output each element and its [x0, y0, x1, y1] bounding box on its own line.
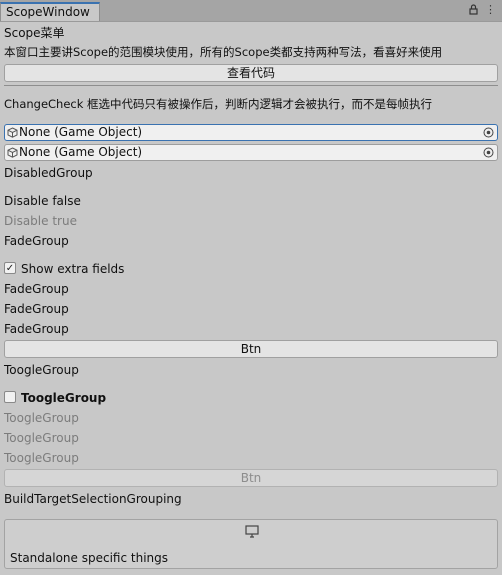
- toggle-group-item: ToogleGroup: [4, 431, 79, 445]
- disable-true-label: Disable true: [4, 214, 77, 228]
- menu-icon[interactable]: ⋮: [485, 3, 496, 16]
- toggle-group-item: ToogleGroup: [4, 451, 79, 465]
- gameobject-icon: [7, 127, 18, 138]
- intro-text: 本窗口主要讲Scope的范围模块使用，所有的Scope类都支持两种写法，看喜好来…: [4, 45, 443, 59]
- object-picker-icon[interactable]: [483, 147, 494, 158]
- toggle-group-checkbox[interactable]: [4, 391, 16, 403]
- lock-icon[interactable]: [468, 3, 479, 16]
- build-target-title: BuildTargetSelectionGrouping: [4, 492, 182, 506]
- divider: [4, 85, 498, 86]
- tab-scope-window[interactable]: ScopeWindow: [0, 2, 100, 21]
- object-picker-icon[interactable]: [483, 127, 494, 138]
- toggle-group-item: ToogleGroup: [4, 411, 79, 425]
- change-check-text: ChangeCheck 框选中代码只有被操作后，判断内逻辑才会被执行，而不是每帧…: [4, 97, 433, 111]
- object-field-1[interactable]: None (Game Object): [4, 124, 498, 141]
- build-target-panel: Standalone specific things: [4, 519, 498, 569]
- show-extra-fields-checkbox[interactable]: ✓: [4, 262, 16, 274]
- fade-group-button[interactable]: Btn: [4, 340, 498, 358]
- window-icons: ⋮: [468, 3, 496, 16]
- fade-group-item: FadeGroup: [4, 322, 69, 336]
- build-target-content: Standalone specific things: [10, 551, 169, 565]
- disabled-group-title: DisabledGroup: [4, 166, 93, 180]
- tab-bar: ScopeWindow ⋮: [0, 0, 502, 22]
- fade-group-item: FadeGroup: [4, 302, 69, 316]
- fade-group-item: FadeGroup: [4, 282, 69, 296]
- object-field-2[interactable]: None (Game Object): [4, 144, 498, 161]
- gameobject-icon: [7, 147, 18, 158]
- view-code-button[interactable]: 查看代码: [4, 64, 498, 82]
- toggle-group-title: ToogleGroup: [4, 363, 79, 377]
- toggle-group-label: ToogleGroup: [21, 391, 107, 405]
- disable-false-label: Disable false: [4, 194, 81, 208]
- toggle-group-button[interactable]: Btn: [4, 469, 498, 487]
- fade-group-title: FadeGroup: [4, 234, 69, 248]
- monitor-icon[interactable]: [245, 525, 259, 538]
- show-extra-fields-label: Show extra fields: [21, 262, 125, 276]
- object-field-value: None (Game Object): [19, 145, 143, 159]
- object-field-value: None (Game Object): [19, 125, 143, 139]
- scope-menu-label: Scope菜单: [4, 26, 65, 40]
